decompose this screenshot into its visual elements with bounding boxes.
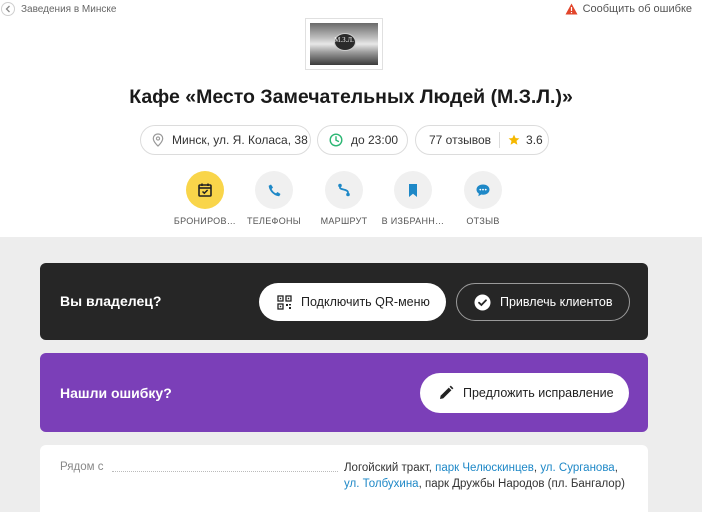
back-link-label: Заведения в Минске xyxy=(21,3,117,15)
report-error-link[interactable]: Сообщить об ошибке xyxy=(565,1,692,17)
pencil-icon xyxy=(438,385,454,401)
action-review-label: ОТЗЫВ xyxy=(466,216,500,226)
bookmark-icon xyxy=(394,171,432,209)
qr-code-icon xyxy=(277,294,292,310)
action-booking-label: БРОНИРОВ… xyxy=(173,216,237,226)
owner-card-heading: Вы владелец? xyxy=(60,293,162,309)
owner-card: Вы владелец? Подключить QR-меню Привлечь… xyxy=(40,263,648,340)
chevron-left-icon xyxy=(1,2,15,16)
link-ul-tolbukhina[interactable]: ул. Толбухина xyxy=(344,478,419,490)
report-error-label: Сообщить об ошибке xyxy=(582,3,692,15)
chip-divider xyxy=(499,132,501,148)
action-booking[interactable]: БРОНИРОВ… xyxy=(170,171,240,226)
connect-qr-menu-button[interactable]: Подключить QR-меню xyxy=(259,283,446,321)
link-park-chelyuskintsev[interactable]: парк Челюскинцев xyxy=(435,462,534,474)
warning-icon xyxy=(565,3,578,15)
attract-clients-label: Привлечь клиентов xyxy=(500,295,613,309)
action-phones-label: ТЕЛЕФОНЫ xyxy=(246,216,302,226)
place-logo: М.З.Л. xyxy=(305,18,383,70)
link-ul-surganova[interactable]: ул. Сурганова xyxy=(540,462,614,474)
logo-text: М.З.Л. xyxy=(334,36,354,44)
chat-bubble-icon xyxy=(464,171,502,209)
action-review[interactable]: ОТЗЫВ xyxy=(448,171,518,226)
reviews-rating-chip[interactable]: 77 отзывов 3.6 xyxy=(415,125,549,155)
error-card: Нашли ошибку? Предложить исправление xyxy=(40,353,648,432)
nearby-value: Логойский тракт, парк Челюскинцев, ул. С… xyxy=(344,462,625,490)
attract-clients-button[interactable]: Привлечь клиентов xyxy=(456,283,630,321)
top-bar: Заведения в Минске Сообщить об ошибке xyxy=(0,0,702,20)
action-phones[interactable]: ТЕЛЕФОНЫ xyxy=(239,171,309,226)
route-icon xyxy=(325,171,363,209)
action-route-label: МАРШРУТ xyxy=(320,216,368,226)
place-header: Заведения в Минске Сообщить об ошибке М.… xyxy=(0,0,702,237)
page-title: Кафе «Место Замечательных Людей (М.З.Л.)… xyxy=(129,86,573,108)
back-link[interactable]: Заведения в Минске xyxy=(0,1,116,17)
dotted-leader xyxy=(112,471,338,472)
check-circle-icon xyxy=(474,294,491,311)
logo-image: М.З.Л. xyxy=(310,23,378,65)
suggest-correction-button[interactable]: Предложить исправление xyxy=(420,373,629,413)
address-chip[interactable]: Минск, ул. Я. Коласа, 38 xyxy=(140,125,311,155)
action-route[interactable]: МАРШРУТ xyxy=(309,171,379,226)
hours-chip[interactable]: до 23:00 xyxy=(317,125,408,155)
star-icon xyxy=(508,134,520,146)
action-favorites[interactable]: В ИЗБРАНН… xyxy=(378,171,448,226)
hours-text: до 23:00 xyxy=(351,133,399,147)
rating-value: 3.6 xyxy=(526,133,543,147)
nearby-info-card: Рядом с Логойский тракт, парк Челюскинце… xyxy=(40,445,648,512)
action-favorites-label: В ИЗБРАНН… xyxy=(381,216,445,226)
connect-qr-menu-label: Подключить QR-меню xyxy=(301,295,430,309)
suggest-correction-label: Предложить исправление xyxy=(463,386,614,400)
phone-icon xyxy=(255,171,293,209)
address-text: Минск, ул. Я. Коласа, 38 xyxy=(172,133,308,147)
clock-icon xyxy=(329,133,343,147)
reviews-count[interactable]: 77 отзывов xyxy=(429,133,491,147)
calendar-icon xyxy=(186,171,224,209)
error-card-heading: Нашли ошибку? xyxy=(60,385,172,401)
nearby-label: Рядом с xyxy=(60,461,104,473)
map-pin-icon xyxy=(152,133,164,147)
